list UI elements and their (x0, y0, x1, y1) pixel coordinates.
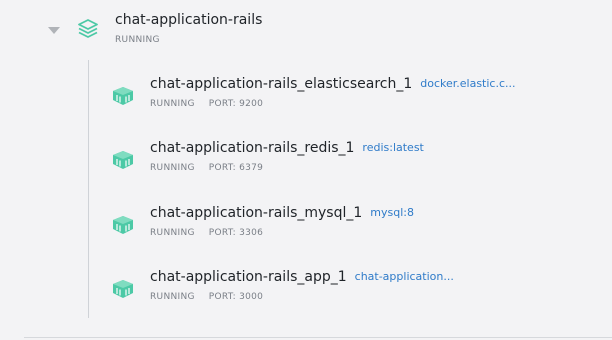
container-meta: RUNNING PORT: 6379 (150, 163, 263, 173)
container-meta: RUNNING PORT: 3000 (150, 292, 263, 302)
container-port: PORT: 3000 (208, 292, 264, 302)
container-status: RUNNING (150, 99, 195, 109)
container-port: PORT: 3306 (208, 228, 264, 238)
container-name-text: chat-application-rails_elasticsearch_1 (150, 76, 413, 92)
container-row-mysql[interactable]: chat-application-rails_mysql_1 mysql:8 RU… (0, 205, 612, 255)
group-status: RUNNING (115, 35, 160, 45)
container-icon (113, 216, 133, 234)
container-row-app[interactable]: chat-application-rails_app_1 chat-applica… (0, 269, 612, 319)
container-status: RUNNING (150, 163, 195, 173)
container-row-elasticsearch[interactable]: chat-application-rails_elasticsearch_1 do… (0, 76, 612, 126)
container-icon (113, 280, 133, 298)
container-meta: RUNNING PORT: 3306 (150, 228, 263, 238)
container-port: PORT: 6379 (208, 163, 264, 173)
group-name: chat-application-rails (115, 12, 263, 28)
container-meta: RUNNING PORT: 9200 (150, 99, 263, 109)
container-name: chat-application-rails_redis_1 redis:late… (150, 140, 424, 156)
image-link[interactable]: chat-application... (355, 270, 454, 283)
chevron-down-icon[interactable] (48, 27, 60, 34)
containers-list-page: chat-application-rails RUNNING chat-appl… (0, 0, 612, 340)
image-link[interactable]: docker.elastic.c... (420, 77, 515, 90)
container-name-text: chat-application-rails_mysql_1 (150, 205, 363, 221)
container-name: chat-application-rails_elasticsearch_1 do… (150, 76, 516, 92)
container-icon (113, 87, 133, 105)
container-icon (113, 151, 133, 169)
bottom-divider (24, 337, 612, 338)
container-status: RUNNING (150, 228, 195, 238)
container-name-text: chat-application-rails_app_1 (150, 269, 347, 285)
container-name-text: chat-application-rails_redis_1 (150, 140, 355, 156)
container-row-redis[interactable]: chat-application-rails_redis_1 redis:late… (0, 140, 612, 190)
container-name: chat-application-rails_mysql_1 mysql:8 (150, 205, 414, 221)
compose-group-row[interactable]: chat-application-rails RUNNING (0, 0, 612, 58)
container-status: RUNNING (150, 292, 195, 302)
container-port: PORT: 9200 (208, 99, 264, 109)
stack-icon (78, 19, 98, 38)
container-name: chat-application-rails_app_1 chat-applica… (150, 269, 454, 285)
image-link[interactable]: redis:latest (362, 141, 423, 154)
image-link[interactable]: mysql:8 (370, 206, 414, 219)
